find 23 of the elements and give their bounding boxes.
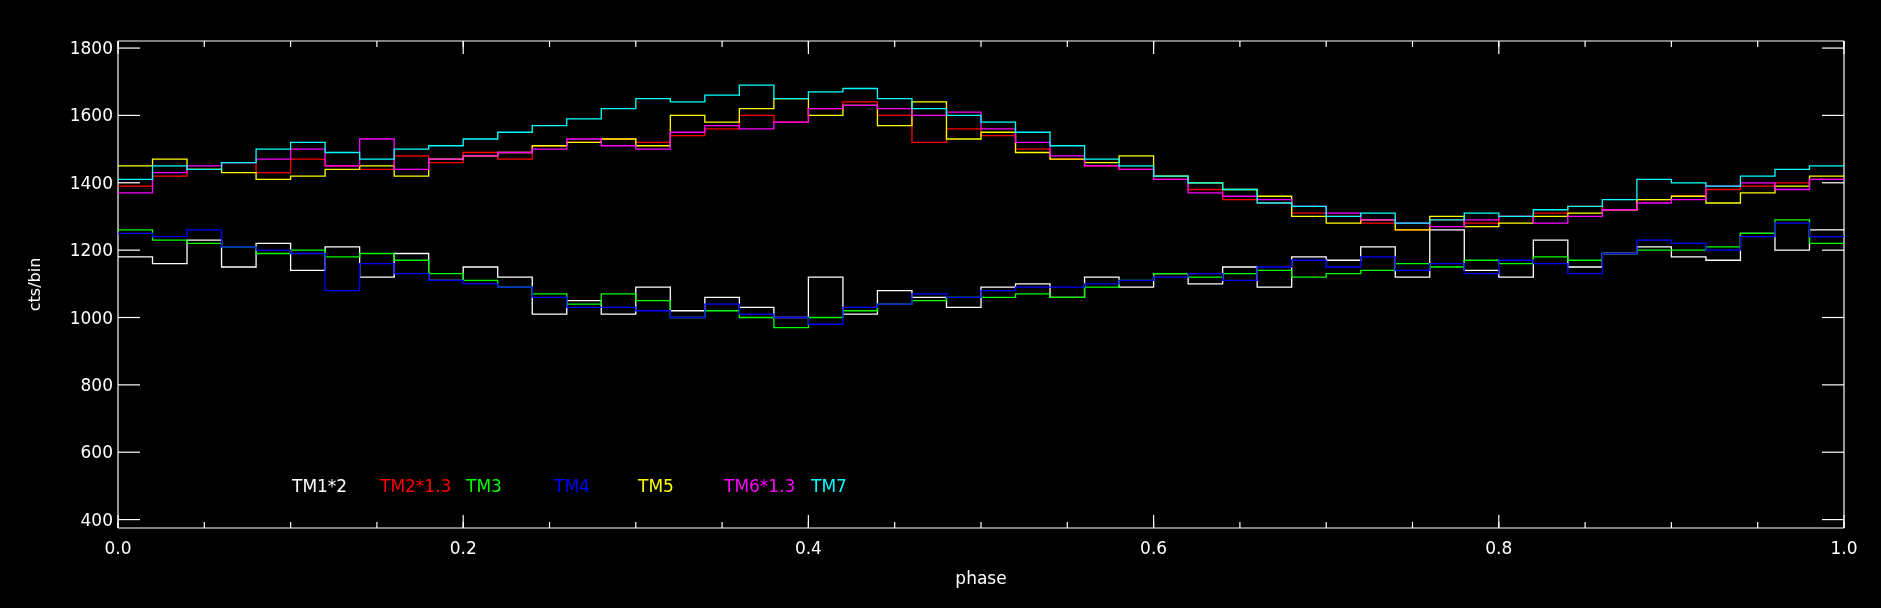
axis-title: cts/bin bbox=[25, 257, 44, 312]
legend-label: TM3 bbox=[466, 476, 502, 496]
legend-label: TM1*2 bbox=[292, 476, 348, 496]
axis-tick-label: 1400 bbox=[69, 172, 113, 193]
axis-tick-label: 1600 bbox=[69, 105, 113, 126]
axis-tick-label: 1800 bbox=[69, 38, 113, 59]
legend-label: TM6*1.3 bbox=[724, 476, 796, 496]
axis-tick-label: 600 bbox=[80, 442, 113, 463]
axis-tick-label: 0.4 bbox=[794, 538, 822, 558]
axis-tick-label: 0.0 bbox=[104, 538, 132, 558]
legend-label: TM2*1.3 bbox=[380, 476, 452, 496]
axis-tick-label: 1200 bbox=[69, 240, 113, 261]
axis-tick-label: 800 bbox=[80, 374, 113, 395]
legend-label: TM7 bbox=[811, 476, 847, 496]
axis-tick-label: 0.2 bbox=[449, 538, 477, 558]
axis-tick-label: 0.8 bbox=[1485, 538, 1513, 558]
axis-tick-label: 1.0 bbox=[1830, 538, 1858, 558]
legend-label: TM4 bbox=[554, 476, 590, 496]
axis-tick-label: 1000 bbox=[69, 307, 113, 328]
axis-tick-label: 0.6 bbox=[1140, 538, 1168, 558]
axis-tick-label: 400 bbox=[80, 509, 113, 530]
axis-title: phase bbox=[955, 568, 1007, 588]
legend-label: TM5 bbox=[638, 476, 674, 496]
